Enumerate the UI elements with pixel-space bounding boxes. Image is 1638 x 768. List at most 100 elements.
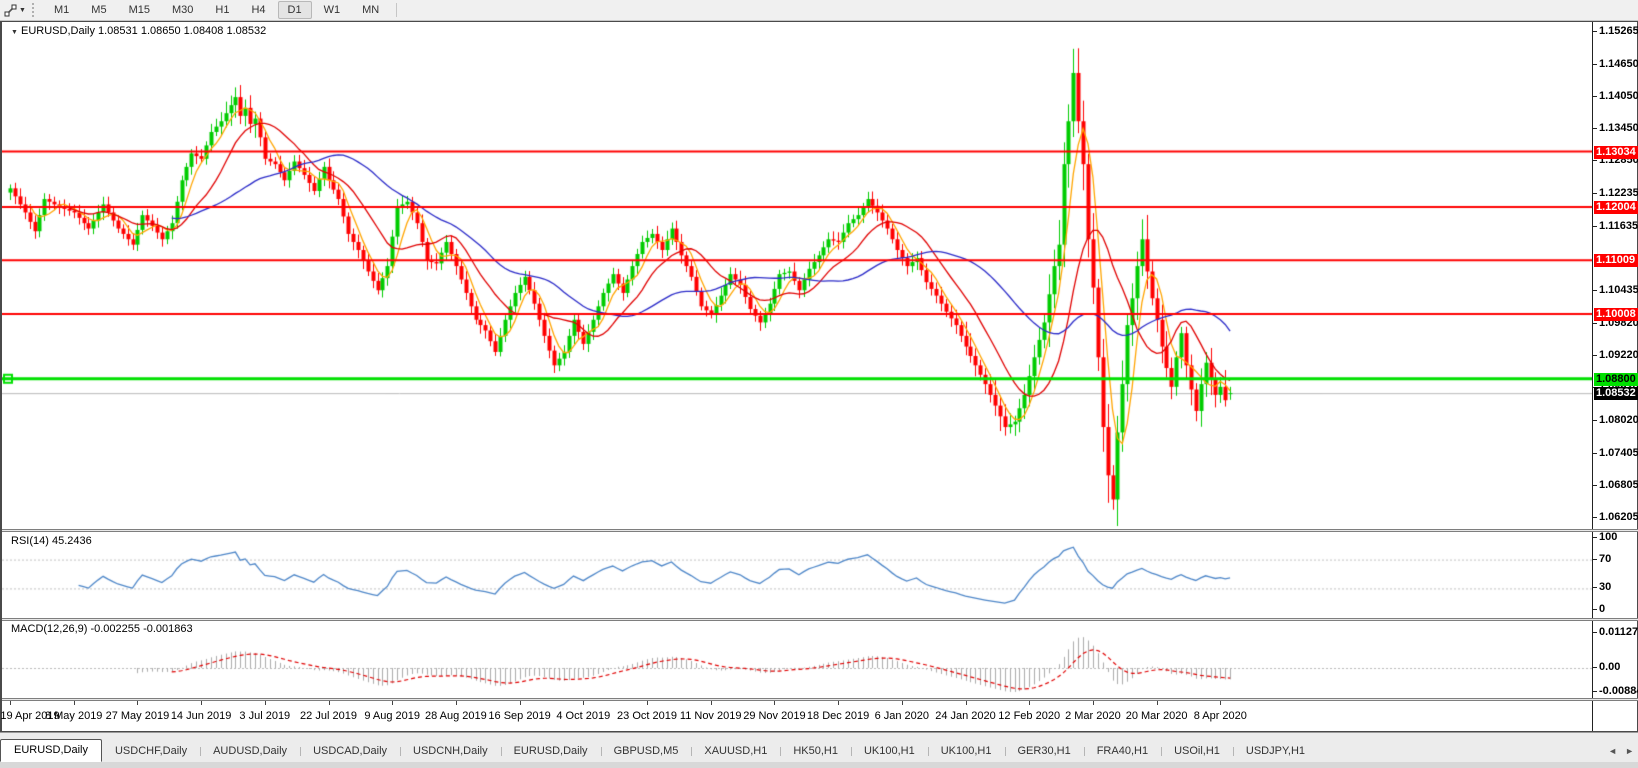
- chart-tab-usdjpy-h1[interactable]: USDJPY,H1: [1233, 741, 1318, 762]
- date-tick-mark: [902, 701, 903, 705]
- date-axis-label: 23 Oct 2019: [617, 710, 677, 722]
- chart-tab-xauusd-h1[interactable]: XAUUSD,H1: [691, 741, 780, 762]
- date-axis-label: 29 Nov 2019: [743, 710, 805, 722]
- price-axis-label: 1.09220: [1599, 349, 1638, 361]
- resistance-price-badge: 1.12004: [1594, 201, 1638, 214]
- chart-tab-hk50-h1[interactable]: HK50,H1: [780, 741, 851, 762]
- date-tick-mark: [774, 701, 775, 705]
- date-axis-label: 9 Aug 2019: [364, 710, 420, 722]
- rsi-pane-canvas[interactable]: [2, 532, 1592, 618]
- timeframe-button-m15[interactable]: M15: [119, 1, 160, 19]
- chart-tab-usdcnh-daily[interactable]: USDCNH,Daily: [400, 741, 501, 762]
- date-axis-label: 22 Jul 2019: [300, 710, 357, 722]
- tab-scroll-buttons: ◄ ►: [1608, 746, 1634, 756]
- chart-title: ▼ EURUSD,Daily 1.08531 1.08650 1.08408 1…: [11, 25, 266, 37]
- date-axis-label: 24 Jan 2020: [935, 710, 996, 722]
- toolbar-grip[interactable]: [32, 3, 37, 17]
- tab-scroll-left-icon[interactable]: ◄: [1608, 746, 1617, 756]
- rsi-axis-label: 70: [1599, 553, 1611, 565]
- toolbar-separator: [396, 3, 397, 17]
- date-axis-label: 27 May 2019: [106, 710, 170, 722]
- date-axis-label: 4 Oct 2019: [556, 710, 610, 722]
- macd-label: MACD(12,26,9) -0.002255 -0.001863: [11, 623, 193, 635]
- current-price-badge: 1.08532: [1594, 387, 1638, 400]
- chart-window: ▼ EURUSD,Daily 1.08531 1.08650 1.08408 1…: [0, 21, 1638, 732]
- date-axis-label: 8 May 2019: [45, 710, 102, 722]
- date-axis-label: 16 Sep 2019: [488, 710, 550, 722]
- timeframe-button-h4[interactable]: H4: [241, 1, 275, 19]
- date-tick-mark: [711, 701, 712, 705]
- resistance-price-badge: 1.11009: [1594, 254, 1638, 267]
- price-axis-label: 1.14650: [1599, 58, 1638, 70]
- macd-axis-label: 0.011277: [1599, 626, 1638, 638]
- price-axis-label: 1.07405: [1599, 447, 1638, 459]
- chart-tab-usdchf-daily[interactable]: USDCHF,Daily: [102, 741, 200, 762]
- date-tick-mark: [966, 701, 967, 705]
- chart-tab-usdcad-daily[interactable]: USDCAD,Daily: [300, 741, 400, 762]
- date-tick-mark: [520, 701, 521, 705]
- pane-divider[interactable]: [2, 529, 1638, 532]
- resistance-price-badge: 1.10008: [1594, 308, 1638, 321]
- chart-title-text: EURUSD,Daily 1.08531 1.08650 1.08408 1.0…: [21, 25, 266, 37]
- chart-collapse-icon[interactable]: ▼: [11, 29, 18, 36]
- chart-tab-uk100-h1[interactable]: UK100,H1: [851, 741, 928, 762]
- date-tick-mark: [838, 701, 839, 705]
- price-axis-label: 1.06805: [1599, 479, 1638, 491]
- date-axis: 19 Apr 20198 May 201927 May 201914 Jun 2…: [2, 701, 1592, 731]
- price-axis-label: 1.14050: [1599, 90, 1638, 102]
- resistance-price-badge: 1.13034: [1594, 146, 1638, 159]
- chart-tab-eurusd-daily[interactable]: EURUSD,Daily: [501, 741, 601, 762]
- date-tick-mark: [10, 701, 11, 705]
- support-price-badge: 1.08800: [1594, 373, 1638, 386]
- date-axis-label: 2 Mar 2020: [1065, 710, 1121, 722]
- date-tick-mark: [583, 701, 584, 705]
- price-axis-label: 1.11635: [1599, 220, 1638, 232]
- date-axis-label: 28 Aug 2019: [425, 710, 487, 722]
- price-chart-canvas[interactable]: [2, 22, 1592, 529]
- rsi-axis-label: 0: [1599, 603, 1605, 615]
- date-tick-mark: [456, 701, 457, 705]
- date-tick-mark: [1029, 701, 1030, 705]
- date-tick-mark: [201, 701, 202, 705]
- date-tick-mark: [392, 701, 393, 705]
- chart-tab-fra40-h1[interactable]: FRA40,H1: [1084, 741, 1161, 762]
- chart-tab-gbpusd-m5[interactable]: GBPUSD,M5: [601, 741, 692, 762]
- macd-pane-canvas[interactable]: [2, 621, 1592, 698]
- timeframe-button-d1[interactable]: D1: [278, 1, 312, 19]
- timeframe-button-h1[interactable]: H1: [205, 1, 239, 19]
- date-axis-label: 12 Feb 2020: [998, 710, 1060, 722]
- price-axis-label: 1.06205: [1599, 511, 1638, 523]
- timeframe-buttons: M1M5M15M30H1H4D1W1MN: [43, 1, 390, 19]
- price-axis-label: 1.08020: [1599, 414, 1638, 426]
- crosshair-tool-glyph: [4, 4, 17, 17]
- chart-tab-ger30-h1[interactable]: GER30,H1: [1005, 741, 1084, 762]
- price-axis-label: 1.13450: [1599, 122, 1638, 134]
- top-toolbar: ▼ M1M5M15M30H1H4D1W1MN: [0, 0, 1638, 21]
- chart-tab-audusd-daily[interactable]: AUDUSD,Daily: [200, 741, 300, 762]
- date-tick-mark: [74, 701, 75, 705]
- date-tick-mark: [647, 701, 648, 705]
- timeframe-button-m5[interactable]: M5: [81, 1, 116, 19]
- tab-scroll-right-icon[interactable]: ►: [1625, 746, 1634, 756]
- date-axis-label: 11 Nov 2019: [680, 710, 742, 722]
- price-axis-label: 1.10435: [1599, 284, 1638, 296]
- date-axis-label: 14 Jun 2019: [171, 710, 232, 722]
- pane-divider[interactable]: [2, 618, 1638, 621]
- timeframe-button-m1[interactable]: M1: [44, 1, 79, 19]
- timeframe-button-m30[interactable]: M30: [162, 1, 203, 19]
- crosshair-tool-icon[interactable]: ▼: [0, 1, 30, 20]
- chart-tab-eurusd-daily[interactable]: EURUSD,Daily: [0, 739, 102, 762]
- date-tick-mark: [329, 701, 330, 705]
- date-tick-mark: [1093, 701, 1094, 705]
- timeframe-button-mn[interactable]: MN: [352, 1, 389, 19]
- chart-tab-usoil-h1[interactable]: USOil,H1: [1161, 741, 1233, 762]
- chart-tab-uk100-h1[interactable]: UK100,H1: [928, 741, 1005, 762]
- date-axis-label: 3 Jul 2019: [239, 710, 290, 722]
- date-tick-mark: [137, 701, 138, 705]
- rsi-axis-label: 100: [1599, 531, 1617, 543]
- price-axis-label: 1.12235: [1599, 187, 1638, 199]
- rsi-label: RSI(14) 45.2436: [11, 535, 92, 547]
- chart-tab-bar: EURUSD,DailyUSDCHF,DailyAUDUSD,DailyUSDC…: [0, 732, 1638, 762]
- tool-dropdown-caret-icon[interactable]: ▼: [19, 7, 26, 14]
- timeframe-button-w1[interactable]: W1: [314, 1, 351, 19]
